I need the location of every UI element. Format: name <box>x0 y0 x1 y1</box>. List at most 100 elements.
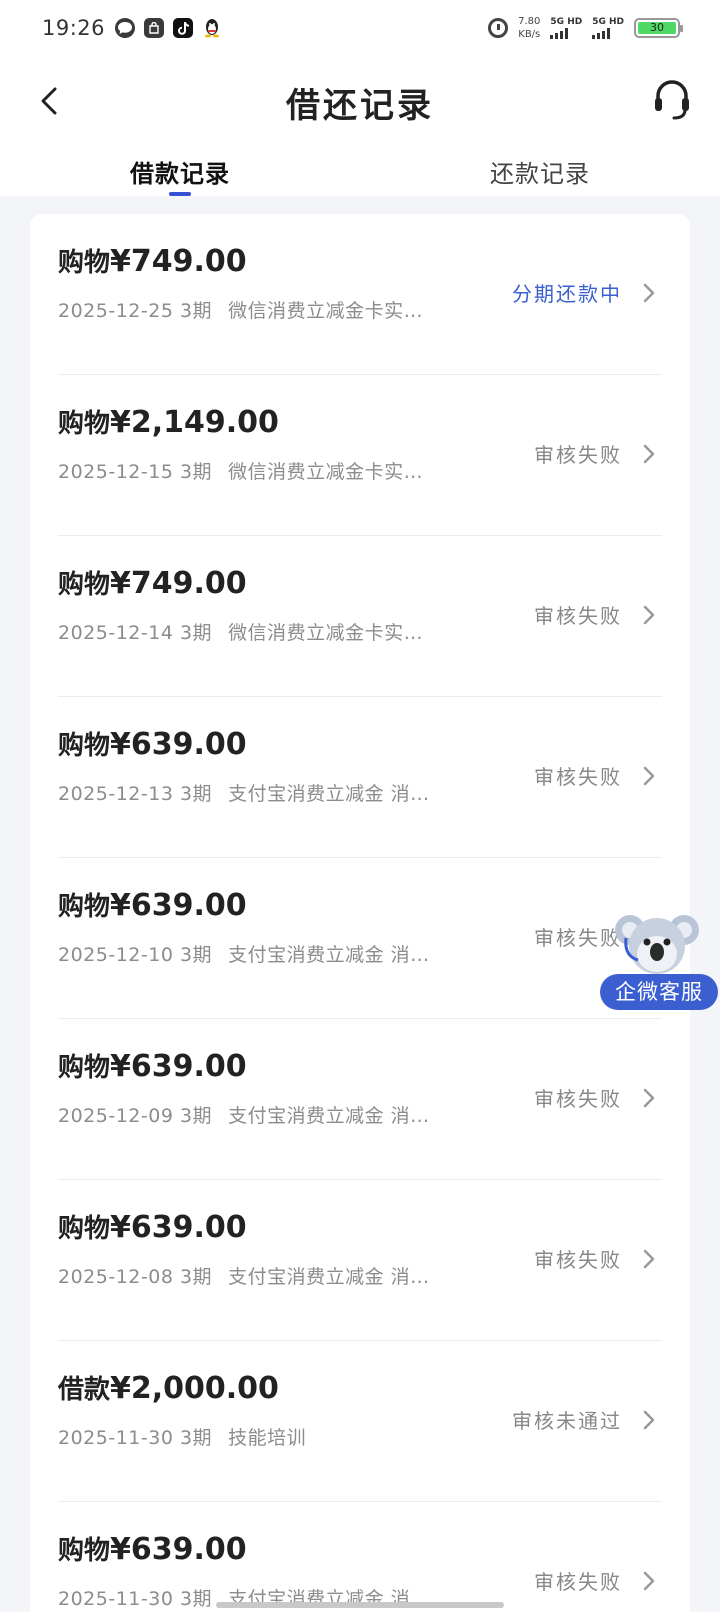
page-title: 借还记录 <box>286 86 434 126</box>
koala-icon <box>615 915 699 974</box>
status-time: 19:26 <box>42 16 106 40</box>
record-meta: 2025-12-25 3期 微信消费立减金卡实… <box>58 296 423 323</box>
record-amount-line: 购物¥749.00 <box>58 242 247 279</box>
sim2-label: 5G HD <box>592 17 624 27</box>
record-term: 3期 <box>179 1105 213 1127</box>
record-amount-line: 购物¥639.00 <box>58 886 247 923</box>
record-description: 支付宝消费立减金 消… <box>228 944 430 966</box>
record-amount: ¥749.00 <box>110 244 247 279</box>
record-amount-line: 购物¥639.00 <box>58 1208 247 1245</box>
record-amount: ¥639.00 <box>110 888 247 923</box>
record-status: 审核失败 <box>534 1570 622 1594</box>
record-description: 支付宝消费立减金 消… <box>228 1266 430 1288</box>
record-term: 3期 <box>179 944 213 966</box>
tiktok-icon <box>173 18 194 38</box>
sim1-signal: 5G HD <box>550 17 582 39</box>
tab-borrow-records[interactable]: 借款记录 <box>0 146 360 196</box>
record-kind: 借款 <box>58 1375 111 1405</box>
floating-service-button[interactable]: 企微客服 <box>600 908 718 1010</box>
record-row[interactable]: 购物¥749.00 2025-12-14 3期 微信消费立减金卡实… 审核失败 <box>58 536 662 697</box>
record-description: 支付宝消费立减金 消… <box>228 783 430 805</box>
record-date: 2025-11-30 <box>58 1588 174 1610</box>
record-status: 审核失败 <box>534 1087 622 1111</box>
record-kind: 购物 <box>58 409 111 439</box>
record-amount-line: 购物¥639.00 <box>58 1530 247 1567</box>
net-speed-unit: KB/s <box>518 29 541 40</box>
alarm-icon <box>488 18 509 38</box>
net-speed: 7.80 KB/s <box>518 15 540 41</box>
chevron-right-icon <box>643 444 655 464</box>
record-description: 微信消费立减金卡实… <box>228 300 424 322</box>
record-amount-line: 借款¥2,000.00 <box>58 1369 279 1406</box>
notification-icons <box>115 18 222 38</box>
status-bar: 19:26 7.80 KB/s 5G HD 5G HD 30 <box>0 0 720 56</box>
record-kind: 购物 <box>58 570 111 600</box>
record-kind: 购物 <box>58 1053 111 1083</box>
chevron-right-icon <box>643 1410 655 1430</box>
record-status: 审核失败 <box>534 604 622 628</box>
chevron-right-icon <box>643 1088 655 1108</box>
record-description: 微信消费立减金卡实… <box>228 461 424 483</box>
record-kind: 购物 <box>58 731 111 761</box>
record-amount: ¥639.00 <box>110 727 247 762</box>
record-kind: 购物 <box>58 248 111 278</box>
record-amount-line: 购物¥2,149.00 <box>58 403 279 440</box>
record-row[interactable]: 购物¥639.00 2025-12-08 3期 支付宝消费立减金 消… 审核失败 <box>58 1180 662 1341</box>
qq-penguin-icon <box>202 18 222 38</box>
sim2-signal: 5G HD <box>592 17 624 39</box>
record-date: 2025-12-10 <box>58 944 174 966</box>
record-amount: ¥639.00 <box>110 1532 247 1567</box>
customer-service-headset-icon[interactable] <box>652 78 692 122</box>
record-date: 2025-12-14 <box>58 622 174 644</box>
record-row[interactable]: 购物¥639.00 2025-11-30 3期 支付宝消费立减金 消… 审核失败 <box>58 1502 662 1612</box>
record-amount-line: 购物¥639.00 <box>58 725 247 762</box>
record-status: 分期还款中 <box>512 282 622 306</box>
chevron-right-icon <box>643 605 655 625</box>
chevron-right-icon <box>643 283 655 303</box>
record-date: 2025-12-25 <box>58 300 174 322</box>
record-row[interactable]: 购物¥639.00 2025-12-09 3期 支付宝消费立减金 消… 审核失败 <box>58 1019 662 1180</box>
nav-bar: 借还记录 <box>0 56 720 146</box>
record-amount-line: 购物¥639.00 <box>58 1047 247 1084</box>
shopping-bag-icon <box>144 18 165 38</box>
record-row[interactable]: 购物¥749.00 2025-12-25 3期 微信消费立减金卡实… 分期还款中 <box>58 214 662 375</box>
tab-label: 还款记录 <box>490 160 590 188</box>
record-meta: 2025-11-30 3期 技能培训 <box>58 1423 306 1450</box>
record-term: 3期 <box>179 783 213 805</box>
record-term: 3期 <box>179 1266 213 1288</box>
record-amount: ¥2,149.00 <box>110 405 279 440</box>
tab-repay-records[interactable]: 还款记录 <box>360 146 720 196</box>
record-meta: 2025-12-09 3期 支付宝消费立减金 消… <box>58 1101 430 1128</box>
record-term: 3期 <box>179 1588 213 1610</box>
chevron-right-icon <box>643 766 655 786</box>
sim1-label: 5G HD <box>550 17 583 27</box>
record-status: 审核失败 <box>534 765 622 789</box>
record-status: 审核失败 <box>534 1248 622 1272</box>
chevron-right-icon <box>643 1571 655 1591</box>
home-indicator <box>216 1602 504 1608</box>
record-row[interactable]: 借款¥2,000.00 2025-11-30 3期 技能培训 审核未通过 <box>58 1341 662 1502</box>
record-row[interactable]: 购物¥639.00 2025-12-13 3期 支付宝消费立减金 消… 审核失败 <box>58 697 662 858</box>
record-kind: 购物 <box>58 1214 111 1244</box>
record-status: 审核失败 <box>534 443 622 467</box>
record-date: 2025-11-30 <box>58 1427 174 1449</box>
record-tabs: 借款记录 还款记录 <box>0 146 720 196</box>
record-term: 3期 <box>179 300 213 322</box>
chevron-right-icon <box>643 1249 655 1269</box>
record-description: 技能培训 <box>228 1427 307 1449</box>
record-date: 2025-12-09 <box>58 1105 174 1127</box>
record-date: 2025-12-15 <box>58 461 174 483</box>
record-amount: ¥639.00 <box>110 1049 247 1084</box>
record-row[interactable]: 购物¥2,149.00 2025-12-15 3期 微信消费立减金卡实… 审核失败 <box>58 375 662 536</box>
record-row[interactable]: 购物¥639.00 2025-12-10 3期 支付宝消费立减金 消… 审核失败 <box>58 858 662 1019</box>
battery-icon: 30 <box>634 18 683 38</box>
record-meta: 2025-12-13 3期 支付宝消费立减金 消… <box>58 779 430 806</box>
record-term: 3期 <box>179 461 213 483</box>
net-speed-value: 7.80 <box>518 16 541 27</box>
signal-bars-icon <box>592 28 611 39</box>
record-date: 2025-12-08 <box>58 1266 174 1288</box>
tab-label: 借款记录 <box>130 160 230 188</box>
record-kind: 购物 <box>58 1536 111 1566</box>
record-amount-line: 购物¥749.00 <box>58 564 247 601</box>
record-term: 3期 <box>179 622 213 644</box>
